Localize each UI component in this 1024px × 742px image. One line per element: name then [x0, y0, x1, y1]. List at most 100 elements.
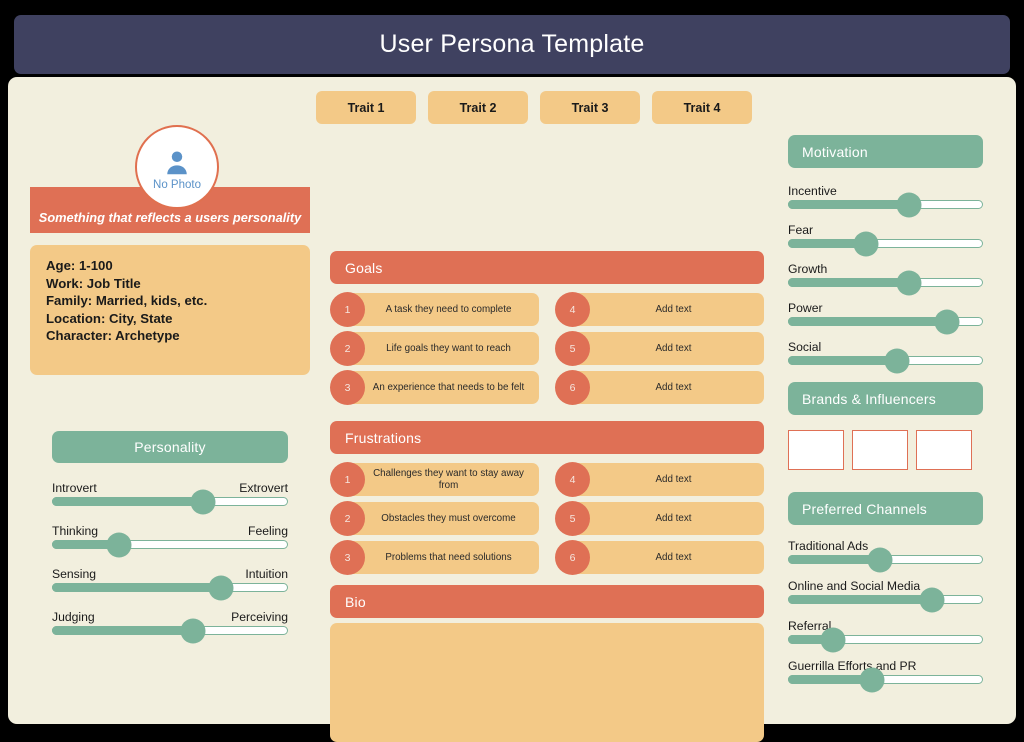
- list-item-bar[interactable]: Add text: [571, 502, 764, 535]
- slider-label-right: Extrovert: [239, 481, 288, 495]
- list-item[interactable]: Challenges they want to stay away from 1: [330, 462, 539, 497]
- bio-title: Bio: [345, 593, 366, 610]
- list-item-text: Obstacles they must overcome: [381, 512, 516, 524]
- list-item-bar[interactable]: Problems that need solutions: [346, 541, 539, 574]
- goals-section: Goals A task they need to complete 1 Life …: [330, 251, 764, 410]
- slider-track[interactable]: [788, 231, 983, 256]
- slider-track[interactable]: [788, 627, 983, 652]
- slider-track[interactable]: [788, 192, 983, 217]
- avatar-label: No Photo: [153, 178, 201, 191]
- frustrations-rows: Challenges they want to stay away from 1 O…: [330, 462, 764, 580]
- slider-track[interactable]: [788, 348, 983, 373]
- slider-thumb[interactable]: [896, 192, 922, 217]
- list-item-bar[interactable]: Add text: [571, 463, 764, 496]
- slider-label-left: Thinking: [52, 524, 99, 538]
- list-item-bar[interactable]: Challenges they want to stay away from: [346, 463, 539, 496]
- trait-chip-label: Trait 3: [571, 100, 609, 115]
- slider-track[interactable]: [788, 587, 983, 612]
- list-item-bar[interactable]: Add text: [571, 371, 764, 404]
- slider-label-left: Judging: [52, 610, 95, 624]
- brands-section: Brands & Influencers: [788, 382, 983, 470]
- personality-panel: Personality Introvert Extrovert Thinking Fe…: [52, 431, 288, 643]
- trait-chip[interactable]: Trait 4: [652, 91, 752, 124]
- slider-thumb[interactable]: [106, 532, 132, 557]
- list-item-text: Life goals they want to reach: [386, 342, 511, 354]
- list-item[interactable]: Add text 4: [555, 292, 764, 327]
- slider-thumb[interactable]: [859, 667, 885, 692]
- frustrations-section: Frustrations Challenges they want to sta…: [330, 421, 764, 580]
- personality-slider-list: Introvert Extrovert Thinking Feeling Sensing…: [52, 481, 288, 643]
- list-item-number: 4: [555, 462, 590, 497]
- slider-track[interactable]: [788, 667, 983, 692]
- brands-title: Brands & Influencers: [802, 390, 936, 407]
- slider-thumb[interactable]: [180, 618, 206, 643]
- list-item-bar[interactable]: Add text: [571, 293, 764, 326]
- slider-label: Referral: [788, 619, 832, 633]
- list-item-text: Add text: [655, 473, 692, 485]
- bio-section: Bio: [330, 585, 764, 742]
- slider-thumb[interactable]: [934, 309, 960, 334]
- list-item[interactable]: Add text 5: [555, 331, 764, 366]
- slider-thumb[interactable]: [884, 348, 910, 373]
- brands-header: Brands & Influencers: [788, 382, 983, 415]
- list-item[interactable]: Add text 6: [555, 370, 764, 405]
- list-item[interactable]: Obstacles they must overcome 2: [330, 501, 539, 536]
- list-item-bar[interactable]: Add text: [571, 541, 764, 574]
- slider-track[interactable]: [52, 532, 288, 557]
- channels-section: Preferred Channels Traditional Ads Online…: [788, 492, 983, 692]
- slider-track[interactable]: [52, 618, 288, 643]
- trait-chip[interactable]: Trait 1: [316, 91, 416, 124]
- avatar[interactable]: No Photo: [135, 125, 219, 209]
- slider-track[interactable]: [52, 489, 288, 514]
- brand-box[interactable]: [916, 430, 972, 470]
- brand-box[interactable]: [788, 430, 844, 470]
- slider-fill: [788, 595, 933, 604]
- slider-thumb[interactable]: [853, 231, 879, 256]
- list-item[interactable]: A task they need to complete 1: [330, 292, 539, 327]
- slider-fill: [52, 626, 195, 635]
- list-item-bar[interactable]: Obstacles they must overcome: [346, 502, 539, 535]
- trait-chip[interactable]: Trait 3: [540, 91, 640, 124]
- slider-thumb[interactable]: [867, 547, 893, 572]
- slider-thumb[interactable]: [919, 587, 945, 612]
- slider-label: Growth: [788, 262, 828, 276]
- slider-track[interactable]: [52, 575, 288, 600]
- slider: Judging Perceiving: [52, 610, 288, 643]
- slider-thumb[interactable]: [896, 270, 922, 295]
- slider: Growth: [788, 262, 983, 295]
- list-item[interactable]: An experience that needs to be felt 3: [330, 370, 539, 405]
- list-item-number: 6: [555, 540, 590, 575]
- profile-details-box[interactable]: Age: 1-100 Work: Job Title Family: Married…: [30, 245, 310, 375]
- list-item-bar[interactable]: Life goals they want to reach: [346, 332, 539, 365]
- list-item-number: 3: [330, 540, 365, 575]
- goals-left-column: A task they need to complete 1 Life goals …: [330, 292, 539, 410]
- list-item[interactable]: Problems that need solutions 3: [330, 540, 539, 575]
- trait-chip[interactable]: Trait 2: [428, 91, 528, 124]
- list-item-bar[interactable]: Add text: [571, 332, 764, 365]
- slider-track[interactable]: [788, 270, 983, 295]
- persona-canvas: Trait 1 Trait 2 Trait 3 Trait 4 No Photo So…: [8, 77, 1016, 742]
- list-item-bar[interactable]: A task they need to complete: [346, 293, 539, 326]
- list-item-bar[interactable]: An experience that needs to be felt: [346, 371, 539, 404]
- slider-track[interactable]: [788, 547, 983, 572]
- slider: Thinking Feeling: [52, 524, 288, 557]
- slider-label: Social: [788, 340, 822, 354]
- slider-thumb[interactable]: [208, 575, 234, 600]
- list-item-text: Add text: [655, 342, 692, 354]
- list-item[interactable]: Add text 6: [555, 540, 764, 575]
- frustrations-right-column: Add text 4 Add text 5 Add text 6: [555, 462, 764, 580]
- list-item-text: Add text: [655, 381, 692, 393]
- slider-label-right: Perceiving: [231, 610, 288, 624]
- list-item[interactable]: Life goals they want to reach 2: [330, 331, 539, 366]
- slider-thumb[interactable]: [820, 627, 846, 652]
- slider-track[interactable]: [788, 309, 983, 334]
- brand-box[interactable]: [852, 430, 908, 470]
- slider-thumb[interactable]: [190, 489, 216, 514]
- avatar-circle[interactable]: No Photo: [135, 125, 219, 209]
- slider: Traditional Ads: [788, 539, 983, 572]
- slider: Referral: [788, 619, 983, 652]
- list-item[interactable]: Add text 5: [555, 501, 764, 536]
- list-item[interactable]: Add text 4: [555, 462, 764, 497]
- bio-textarea[interactable]: [330, 623, 764, 742]
- list-item-text: Add text: [655, 303, 692, 315]
